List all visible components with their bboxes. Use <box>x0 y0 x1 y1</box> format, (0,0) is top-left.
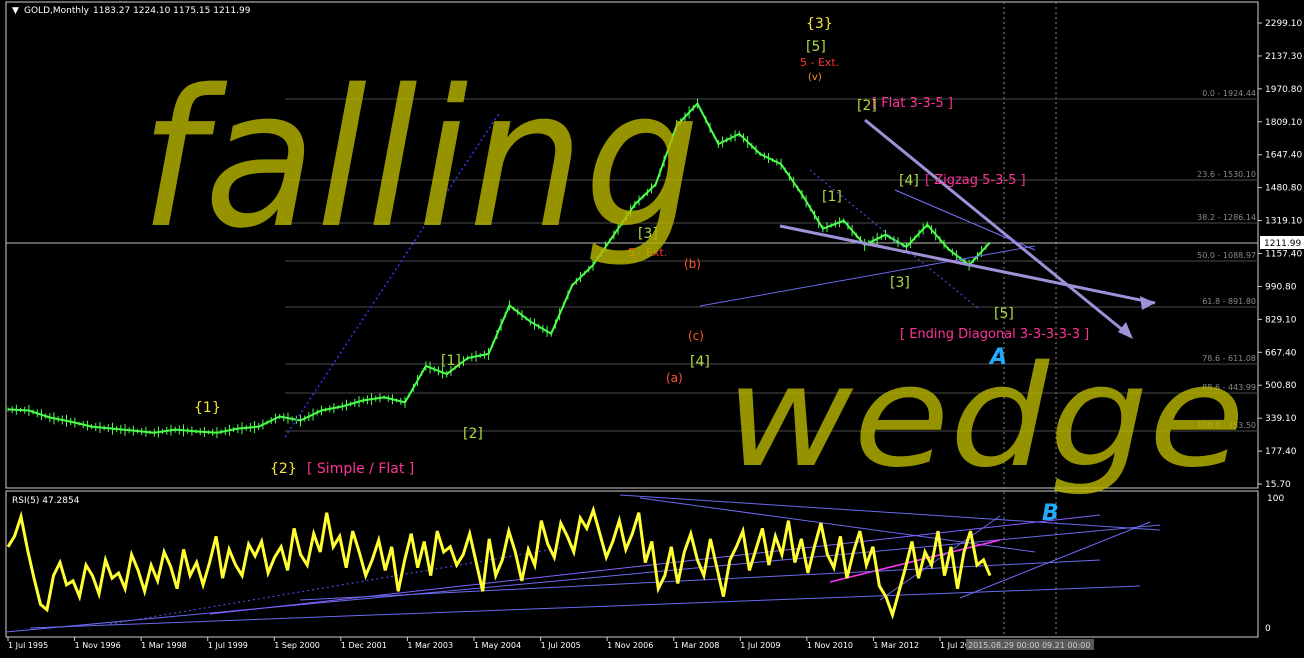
wave-label: {1} <box>194 400 221 416</box>
symbol-title: GOLD,Monthly <box>24 6 90 16</box>
price-tick-label: 177.40 <box>1265 447 1297 457</box>
time-tick-label: 1 Jul 2009 <box>740 641 780 650</box>
price-tick-label: 2137.30 <box>1265 52 1302 62</box>
trend-line <box>699 245 1036 307</box>
price-tick-label: 1480.80 <box>1265 184 1302 194</box>
fib-level-label: 0.0 - 1924.44 <box>1202 89 1256 98</box>
price-tick-label: 15.70 <box>1265 480 1291 490</box>
wave-label: (a) <box>666 371 683 385</box>
rsi-trend-lines <box>5 494 1161 633</box>
price-tick-label: 339.10 <box>1265 414 1297 424</box>
wave-label: [2] <box>463 426 483 442</box>
time-tick-label: 1 Mar 2008 <box>674 641 720 650</box>
time-tick-label: 1 Dec 2001 <box>341 641 387 650</box>
time-tick-label: 1 Mar 2012 <box>873 641 919 650</box>
wave-label: [ Simple / Flat ] <box>307 461 414 477</box>
handwritten-word-falling: falling <box>140 49 700 270</box>
ohlc-readout: 1183.27 1224.10 1175.15 1211.99 <box>93 6 251 16</box>
rsi-title: RSI(5) 47.2854 <box>12 496 80 506</box>
wave-label: (c) <box>688 329 704 343</box>
wave-label: {2} <box>270 461 297 477</box>
rsi-frame <box>5 490 1259 638</box>
time-tick-label: 1 Mar 2003 <box>407 641 453 650</box>
time-tick-label: 1 Nov 2006 <box>607 641 653 650</box>
time-tick-label: 1 Jul 1995 <box>8 641 48 650</box>
wave-label: [3] <box>890 275 910 291</box>
time-axis: 1 Jul 1995 1 Nov 1996 1 Mar 1998 1 Jul 1999… <box>7 637 980 650</box>
price-tick-label: 829.10 <box>1265 315 1297 325</box>
time-tick-label: 1 Jul 2005 <box>541 641 581 650</box>
price-tick-label: 1809.10 <box>1265 118 1302 128</box>
wave-label: [1] <box>822 189 842 205</box>
rsi-max-label: 100 <box>1267 494 1284 504</box>
header-arrow-icon[interactable]: ▼ <box>12 6 19 16</box>
current-price-label: 1211.99 <box>1264 239 1301 249</box>
arrow-head-icon <box>1140 296 1155 310</box>
price-tick-label: 1647.40 <box>1265 151 1302 161</box>
time-tick-label: 1 Nov 1996 <box>75 641 121 650</box>
handwritten-mark-b: B <box>1042 501 1059 526</box>
price-tick-label: 500.80 <box>1265 381 1297 391</box>
price-tick-label: 1970.80 <box>1265 85 1302 95</box>
price-tick-label: 667.40 <box>1265 348 1297 358</box>
wave-label: [4] <box>899 173 919 189</box>
price-tick-label: 1157.40 <box>1265 250 1302 260</box>
wave-label: {3} <box>806 16 833 32</box>
price-axis: 2299.10 2137.30 1970.80 1809.10 1647.40 1480.… <box>1258 19 1302 490</box>
trend-line <box>894 189 1036 251</box>
time-tick-label: 1 Mar 1998 <box>141 641 187 650</box>
wedge-upper-line[interactable] <box>864 118 1131 338</box>
wave-label: [5] <box>994 306 1014 322</box>
wave-label: [5] <box>806 39 826 55</box>
wedge-lower-line[interactable] <box>779 224 1156 305</box>
handwritten-word-wedge: wedge <box>725 336 1245 499</box>
time-tick-label: 1 Sep 2000 <box>274 641 320 650</box>
wave-label: [2] <box>857 98 877 114</box>
wave-label: [ Flat 3-3-5 ] <box>872 96 953 111</box>
rsi-min-label: 0 <box>1265 624 1271 634</box>
fib-level-label: 23.6 - 1530.10 <box>1197 170 1256 179</box>
fib-level-label: 61.8 - 891.80 <box>1202 297 1256 306</box>
price-tick-label: 990.80 <box>1265 282 1297 292</box>
chart-svg: ▼ GOLD,Monthly 1183.27 1224.10 1175.15 1… <box>5 1 1304 650</box>
time-tick-label: 1 Jul 1999 <box>208 641 248 650</box>
price-tick-label: 2299.10 <box>1265 19 1302 29</box>
wave-label: 5 - Ext. <box>800 56 839 69</box>
time-tick-label: 1 May 2004 <box>474 641 521 650</box>
time-highlight-label: 2015.08.29 00:00 09.21 00:00 <box>968 641 1090 650</box>
time-tick-label: 1 Nov 2010 <box>807 641 853 650</box>
handwritten-mark-a: A <box>988 345 1007 370</box>
wave-label: [4] <box>690 354 710 370</box>
price-tick-label: 1319.10 <box>1265 217 1302 227</box>
wave-label: [ Zigzag 5-3-5 ] <box>925 173 1026 188</box>
wave-label: (v) <box>808 72 822 83</box>
wave-label: [1] <box>441 353 461 369</box>
fib-level-label: 38.2 - 1286.14 <box>1197 213 1256 222</box>
fib-level-label: 50.0 - 1088.97 <box>1197 251 1256 260</box>
